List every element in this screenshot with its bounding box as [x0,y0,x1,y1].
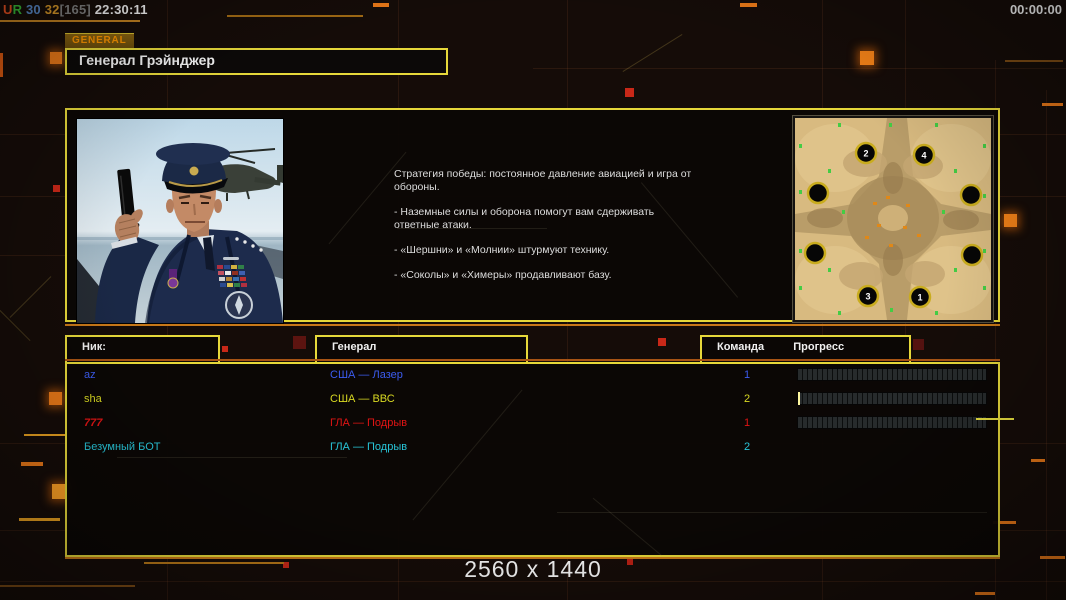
player-nick: sha [84,393,102,405]
spawn-circle [960,243,984,267]
decor-line [0,20,140,22]
decor-square-darkred [293,336,306,349]
player-general: США — ВВС [330,393,395,405]
grid-line [533,68,1066,69]
player-team: 1 [743,369,751,381]
decor-line [1005,60,1063,62]
loading-screen: UR 30 32[165] 22:30:11 00:00:00 GENERAL … [0,0,1066,600]
player-general: ГЛА — Подрыв [330,441,408,453]
perf-u: U [3,2,13,17]
spawn-number: 4 [921,151,926,161]
strategy-paragraph: Стратегия победы: постоянное давление ав… [394,168,692,193]
decor-line [21,462,43,466]
header-nick-label: Ник: [82,341,106,353]
decor-square-orange [860,51,874,65]
player-progress-bar [797,416,987,429]
player-progress-bar [797,368,987,381]
strategy-paragraph: - «Соколы» и «Химеры» продавливают базу. [394,269,612,281]
player-progress-bar [797,392,987,405]
perf-n3: [165] [59,2,91,17]
player-nick: 777 [84,417,103,429]
decor-line [740,3,757,7]
resolution-label: 2560 x 1440 [464,556,602,582]
match-timer: 00:00:00 [1009,2,1062,17]
decor-diagonal [9,276,52,318]
decor-line [19,518,60,521]
decor-diagonal [592,497,663,557]
players-panel: az США — Лазер 1 sha США — ВВС 2 777 ГЛА… [65,362,1000,557]
accent-line [65,324,1000,326]
player-row: 777 ГЛА — Подрыв 1 [67,414,998,438]
decor-square-darkred [913,339,924,350]
player-team: 2 [743,393,751,405]
spawn-circle [803,241,827,265]
general-portrait [76,118,284,324]
progress-cursor [798,392,800,405]
player-nick: Безумный БОТ [84,441,161,453]
decor-square-red [222,346,228,352]
player-team: 2 [743,441,751,453]
header-general-label: Генерал [332,341,377,353]
decor-line [24,434,66,436]
decor-square-red [53,185,60,192]
accent-tick [976,418,1014,420]
player-row: sha США — ВВС 2 [67,390,998,414]
decor-line [557,512,987,513]
decor-square-red [658,338,666,346]
general-tab-label: GENERAL [65,33,134,48]
performance-overlay: UR 30 32[165] 22:30:11 [3,2,148,17]
decor-edge-strip [0,53,3,77]
player-general: США — Лазер [330,369,403,381]
strategy-paragraph: - Наземные силы и оборона помогут вам сд… [394,206,655,231]
spawn-circle [806,181,830,205]
perf-n1: 30 [26,2,41,17]
map-preview: 2 4 3 1 [792,115,994,323]
perf-r: R [12,2,23,17]
player-nick: az [84,369,96,381]
minimap-terrain [795,118,991,320]
grid-line [1046,90,1047,600]
decor-line [227,15,363,17]
decor-square-orange [1004,214,1017,227]
general-name: Генерал Грэйнджер [79,52,215,68]
strategy-paragraph: - «Шершни» и «Молнии» штурмуют технику. [394,244,610,256]
general-title-box: Генерал Грэйнджер [65,48,448,75]
decor-square-orange [49,392,62,405]
decor-square-red [625,88,634,97]
player-team: 1 [743,417,751,429]
player-row: az США — Лазер 1 [67,366,998,390]
spawn-number: 3 [865,292,870,302]
decor-line [0,585,135,587]
spawn-circle [959,183,983,207]
decor-square-orange [50,52,62,64]
player-general: ГЛА — Подрыв [330,417,408,429]
perf-n2: 32 [44,2,60,17]
decor-line [975,592,995,595]
general-info-panel: Стратегия победы: постоянное давление ав… [65,108,1000,324]
decor-line [1042,103,1063,106]
spawn-number: 2 [863,149,868,159]
decor-line [1031,459,1045,462]
strategy-text: Стратегия победы: постоянное давление ав… [394,168,699,294]
spawn-number: 1 [917,293,922,303]
perf-time: 22:30:11 [94,2,148,17]
header-progress-label: Прогресс [793,341,845,353]
header-team-label: Команда [717,341,765,353]
accent-line [65,359,1000,361]
decor-diagonal [622,34,683,72]
player-row: Безумный БОТ ГЛА — Подрыв 2 [67,438,998,462]
decor-line [373,3,389,7]
